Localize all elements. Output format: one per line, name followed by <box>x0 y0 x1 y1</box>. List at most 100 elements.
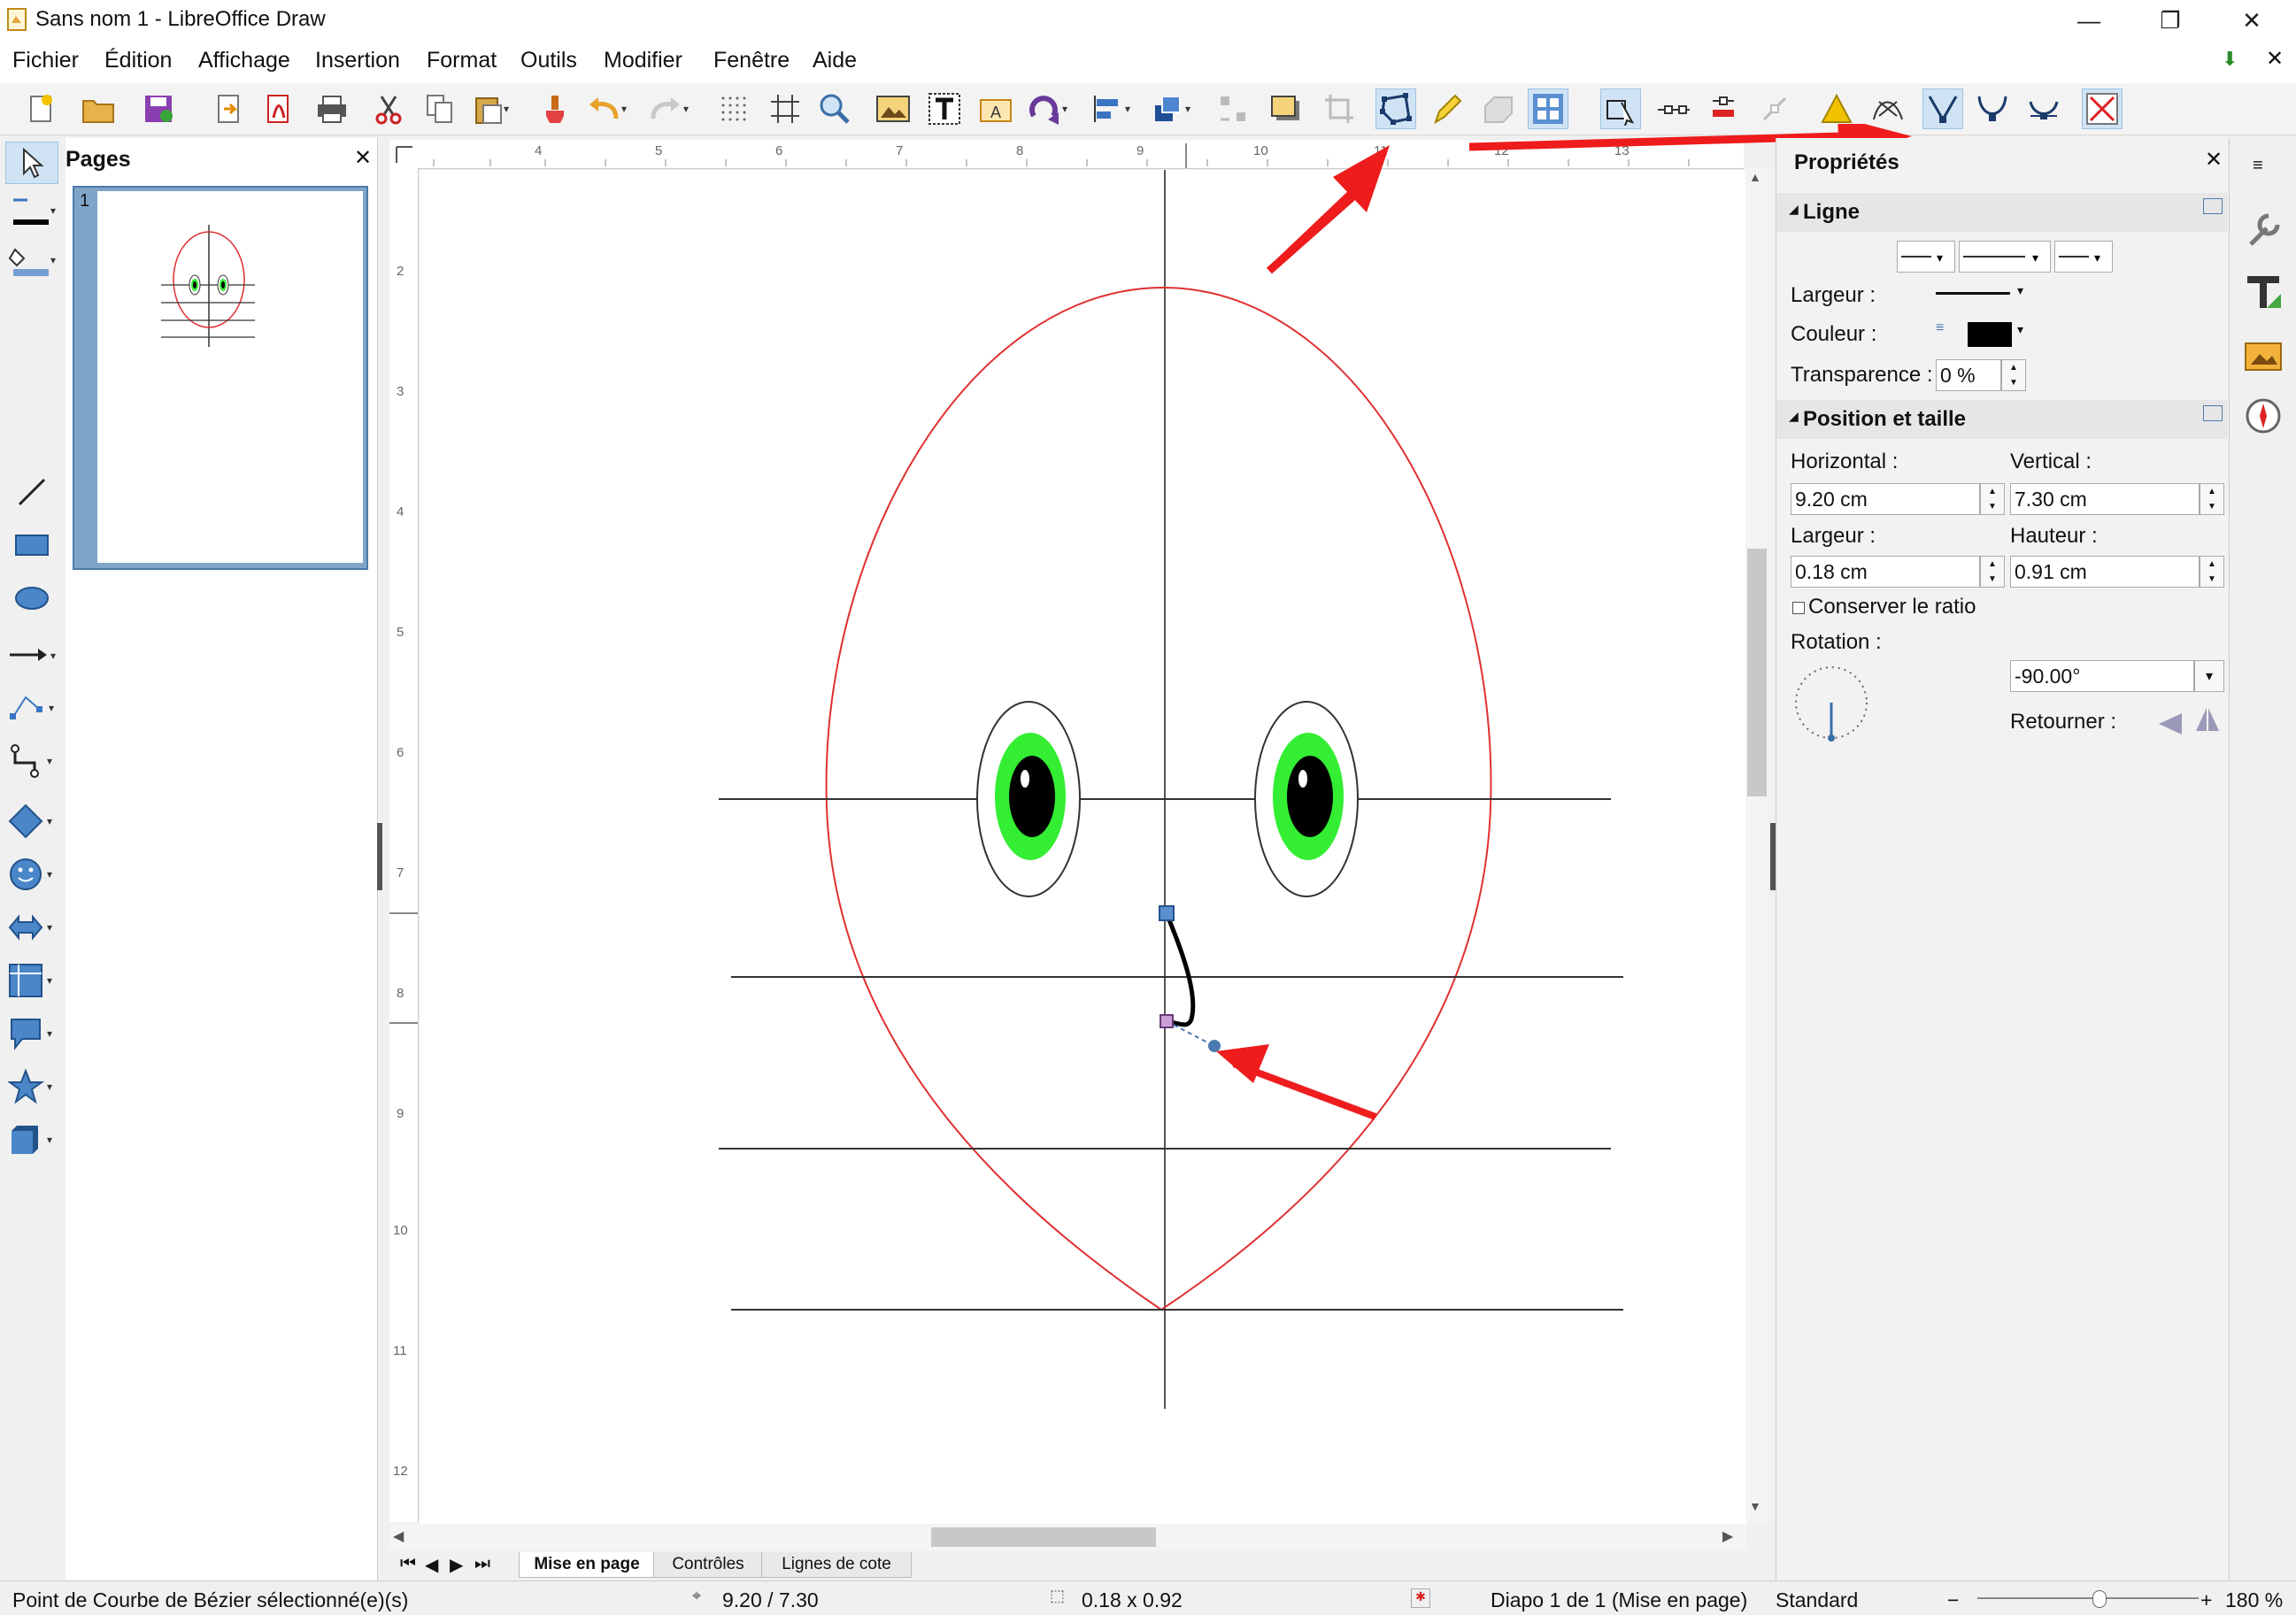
scroll-right-icon[interactable]: ▶ <box>1722 1527 1733 1545</box>
rectangle-tool-icon[interactable] <box>5 524 58 566</box>
first-page-icon[interactable]: ⏮ <box>400 1554 416 1574</box>
stars-icon[interactable]: ▾ <box>5 1065 58 1108</box>
arrange-icon[interactable]: ▾ <box>1151 88 1191 129</box>
transparence-input[interactable]: 0 % <box>1936 359 2001 391</box>
menu-aide[interactable]: Aide <box>813 48 857 73</box>
line-width-preview[interactable] <box>1936 292 2010 295</box>
callouts-icon[interactable]: ▾ <box>5 1012 58 1055</box>
basic-shapes-icon[interactable]: ▾ <box>5 800 58 842</box>
arrow-line-tool-icon[interactable]: ▾ <box>5 634 58 676</box>
status-zoom[interactable]: 180 % <box>2225 1588 2283 1612</box>
redo-icon[interactable]: ▾ <box>648 88 689 129</box>
convert-to-curve-icon[interactable] <box>2082 88 2123 129</box>
clone-formatting-icon[interactable] <box>535 88 575 129</box>
helplines-icon[interactable] <box>765 88 805 129</box>
restore-icon[interactable]: ❐ <box>2138 0 2202 41</box>
scroll-left-icon[interactable]: ◀ <box>393 1527 404 1545</box>
arrow-style-start-select[interactable]: ▾ <box>1897 241 1955 273</box>
smooth-transition-icon[interactable] <box>1972 88 2013 129</box>
tab-mise-en-page[interactable]: Mise en page <box>519 1552 655 1578</box>
tab-lignes-de-cote[interactable]: Lignes de cote <box>761 1552 912 1578</box>
curve-tool-icon[interactable]: ▾ <box>5 687 58 729</box>
line-width-dropdown-icon[interactable]: ▾ <box>2017 283 2023 298</box>
horizontal-scroll-thumb[interactable] <box>931 1527 1156 1547</box>
paste-icon[interactable]: ▾ <box>471 88 512 129</box>
scroll-up-icon[interactable]: ▲ <box>1749 170 1761 184</box>
horizontal-spinner[interactable]: ▲ ▼ <box>1980 483 2005 515</box>
line-color-dropdown-icon[interactable]: ▾ <box>2017 322 2023 337</box>
zoom-slider-thumb[interactable] <box>2092 1590 2107 1608</box>
menu-modifier[interactable]: Modifier <box>604 48 682 73</box>
menu-fenetre[interactable]: Fenêtre <box>713 48 790 73</box>
cut-icon[interactable] <box>368 88 409 129</box>
line-tool-icon[interactable] <box>5 471 58 513</box>
document-modified-icon[interactable]: ✱ <box>1411 1588 1430 1608</box>
pages-panel-splitter[interactable] <box>377 823 382 890</box>
zoom-pan-icon[interactable] <box>814 88 855 129</box>
tab-controles[interactable]: Contrôles <box>653 1552 763 1578</box>
flip-horizontal-icon[interactable] <box>2192 704 2223 734</box>
symbol-shapes-icon[interactable]: ▾ <box>5 853 58 896</box>
drawing-canvas[interactable] <box>420 167 1747 1524</box>
gallery-icon[interactable] <box>2242 333 2284 375</box>
ellipse-tool-icon[interactable] <box>5 577 58 619</box>
menu-outils[interactable]: Outils <box>520 48 577 73</box>
minimize-icon[interactable]: — <box>2057 0 2121 41</box>
vertical-input[interactable]: 7.30 cm <box>2010 483 2200 515</box>
menu-format[interactable]: Format <box>427 48 497 73</box>
flip-vertical-icon[interactable] <box>2155 704 2185 734</box>
properties-wrench-icon[interactable] <box>2242 209 2284 251</box>
conserver-ratio-checkbox[interactable] <box>1792 602 1805 614</box>
save-icon[interactable] <box>138 88 179 129</box>
position-more-options-icon[interactable] <box>2203 405 2223 421</box>
previous-page-icon[interactable]: ◀ <box>425 1554 438 1576</box>
menu-affichage[interactable]: Affichage <box>198 48 290 73</box>
horizontal-scrollbar[interactable]: ◀ ▶ <box>389 1524 1745 1550</box>
close-icon[interactable]: ✕ <box>2220 0 2284 41</box>
last-page-icon[interactable]: ⏭ <box>474 1554 490 1574</box>
scroll-down-icon[interactable]: ▼ <box>1749 1499 1761 1513</box>
hauteur-input[interactable]: 0.91 cm <box>2010 556 2200 588</box>
export-icon[interactable] <box>209 88 250 129</box>
rotation-dropdown-icon[interactable]: ▾ <box>2194 660 2224 692</box>
undo-icon[interactable]: ▾ <box>586 88 627 129</box>
ligne-more-options-icon[interactable] <box>2203 198 2223 214</box>
zoom-out-icon[interactable]: − <box>1947 1588 1959 1612</box>
fontwork-icon[interactable]: A <box>975 88 1016 129</box>
menu-fichier[interactable]: Fichier <box>12 48 79 73</box>
page-thumbnail-1[interactable]: 1 <box>73 186 368 570</box>
symmetric-transition-icon[interactable] <box>2023 88 2064 129</box>
arrow-style-end-select[interactable]: ▾ <box>2054 241 2113 273</box>
line-style-select[interactable]: ▾ <box>1959 241 2051 273</box>
close-pages-panel-icon[interactable]: ✕ <box>354 145 372 171</box>
hauteur-spinner[interactable]: ▲ ▼ <box>2200 556 2224 588</box>
grid-display-icon[interactable] <box>713 88 754 129</box>
line-color-picker-icon[interactable]: ≡ <box>1936 320 1944 336</box>
insert-image-icon[interactable] <box>873 88 913 129</box>
copy-icon[interactable] <box>420 88 460 129</box>
insert-text-box-icon[interactable] <box>924 88 965 129</box>
3d-objects-icon[interactable]: ▾ <box>5 1119 58 1161</box>
collapse-position-icon[interactable]: ◢ <box>1789 409 1799 424</box>
rotation-dial[interactable] <box>1791 662 1872 743</box>
align-objects-icon[interactable]: ▾ <box>1090 88 1131 129</box>
collapse-ligne-icon[interactable]: ◢ <box>1789 202 1799 217</box>
styles-icon[interactable] <box>2242 271 2284 313</box>
close-properties-icon[interactable]: ✕ <box>2205 147 2223 173</box>
transparence-spinner[interactable]: ▲ ▼ <box>2001 359 2026 391</box>
sidebar-menu-icon[interactable]: ≡ <box>2253 156 2263 176</box>
close-document-icon[interactable]: ✕ <box>2266 46 2284 72</box>
new-document-icon[interactable] <box>21 88 62 129</box>
largeur-input[interactable]: 0.18 cm <box>1791 556 1980 588</box>
zoom-slider-track[interactable] <box>1977 1597 2199 1599</box>
select-arrow-icon[interactable] <box>5 142 58 184</box>
export-pdf-icon[interactable] <box>258 88 299 129</box>
block-arrows-icon[interactable]: ▾ <box>5 906 58 949</box>
largeur-spinner[interactable]: ▲ ▼ <box>1980 556 2005 588</box>
menu-edition[interactable]: Édition <box>104 48 172 73</box>
rotate-icon[interactable]: ▾ <box>1027 88 1067 129</box>
open-folder-icon[interactable] <box>78 88 119 129</box>
vertical-scroll-thumb[interactable] <box>1747 549 1767 796</box>
flowchart-icon[interactable]: ▾ <box>5 959 58 1002</box>
vertical-scrollbar[interactable]: ▲ ▼ <box>1745 168 1768 1522</box>
